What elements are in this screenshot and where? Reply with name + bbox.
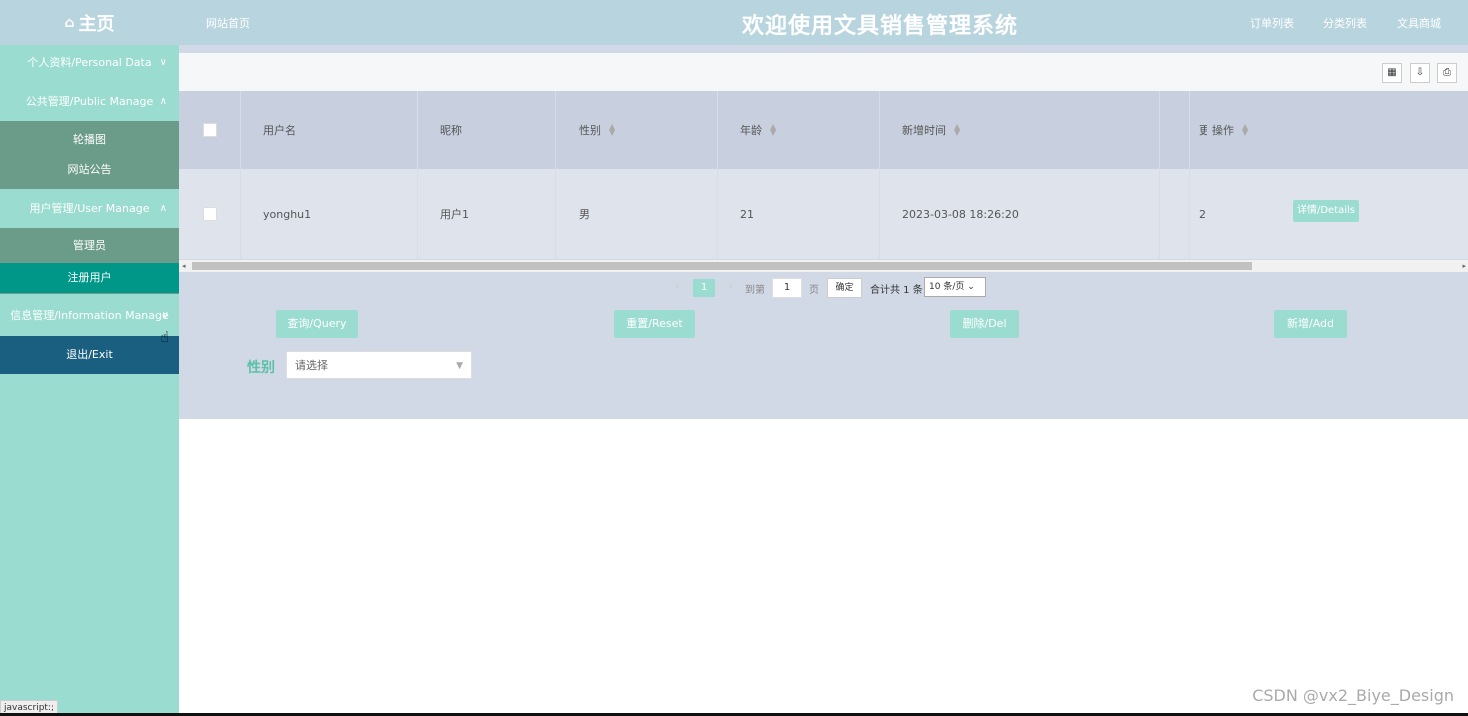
home-icon: ⌂ [64,14,75,31]
chevron-down-icon: ⌄ [967,282,975,292]
page-size-select[interactable]: 10 条/页 ⌄ [924,277,986,297]
submenu-announcement[interactable]: 网站公告 [0,155,179,185]
menu-personal-data[interactable]: 个人资料/Personal Data ∨ [0,45,179,81]
top-header: ⌂ 主页 网站首页 欢迎使用文具销售管理系统 订单列表 分类列表 文具商城 [0,0,1468,45]
website-home-link[interactable]: 网站首页 [206,15,250,31]
sidebar: 个人资料/Personal Data ∨ 公共管理/Public Manage … [0,45,179,716]
print-icon[interactable]: ⎙ [1437,63,1457,83]
gender-filter-placeholder: 请选择 [295,359,328,372]
chevron-down-icon: ∨ [159,57,167,68]
column-divider [1189,91,1190,259]
menu-public-manage[interactable]: 公共管理/Public Manage ∧ [0,84,179,120]
menu-information-manage[interactable]: 信息管理/Information Manage ∨ [0,298,179,334]
header-age-label: 年龄 [740,124,762,137]
header-gender-label: 性别 [579,124,601,137]
page-jump-input[interactable]: 1 [772,278,802,298]
header-nickname: 昵称 [440,91,462,169]
chevron-up-icon: ∧ [159,96,167,107]
submenu-registered-users[interactable]: 注册用户 [0,263,179,293]
goto-label: 到第 [745,285,765,296]
header-action-label: 操作 [1212,124,1234,137]
sort-icon[interactable]: ▲ ▼ [609,123,615,137]
columns-icon[interactable]: ▦ [1382,63,1402,83]
gender-filter-label: 性别 [247,360,275,376]
column-divider [555,91,556,259]
reset-button[interactable]: 重置/Reset [614,310,695,338]
cell-extra: 2 [1199,207,1206,221]
submenu-admin[interactable]: 管理员 [0,231,179,261]
sort-icon[interactable]: ▲ ▼ [954,123,960,137]
order-list-link[interactable]: 订单列表 [1250,15,1294,31]
add-button[interactable]: 新增/Add [1274,310,1347,338]
category-list-link[interactable]: 分类列表 [1323,15,1367,31]
public-submenu: 轮播图 网站公告 [0,121,179,189]
column-divider [1159,91,1160,259]
header-username: 用户名 [263,91,296,169]
export-icon[interactable]: ⇩ [1410,63,1430,83]
header-gender[interactable]: 性别 ▲ ▼ [579,91,615,169]
header-created[interactable]: 新增时间 ▲ ▼ [902,91,960,169]
header-username-label: 用户名 [263,124,296,137]
stationery-mall-link[interactable]: 文具商城 [1397,15,1441,31]
total-count: 合计共 1 条 [870,285,923,296]
table-row: yonghu1 用户1 男 21 2023-03-08 18:26:20 2 [179,169,1468,259]
sort-icon[interactable]: ▲ ▼ [1242,123,1248,137]
select-all-cell [203,91,217,169]
column-divider [417,91,418,259]
scroll-right-icon[interactable]: ▸ [1462,260,1466,272]
next-page-icon[interactable]: › [728,279,733,293]
menu-exit[interactable]: 退出/Exit [0,336,179,374]
page-number-current[interactable]: 1 [693,279,715,297]
header-extra-label: 更 [1199,124,1207,137]
row-checkbox[interactable] [203,207,217,221]
table-header: 用户名 昵称 性别 ▲ ▼ 年龄 ▲ ▼ 新增时间 ▲ ▼ 更 操作 ▲ ▼ [179,91,1468,169]
chevron-up-icon: ∧ [159,203,167,214]
delete-button[interactable]: 删除/Del [950,310,1019,338]
header-extra: 更 [1199,91,1207,169]
page-size-value: 10 条/页 [929,282,965,292]
table-toolbar: ▦ ⇩ ⎙ [179,53,1468,91]
header-action[interactable]: 操作 ▲ ▼ [1212,91,1248,169]
system-title-text: 欢迎使用文具销售管理系统 [741,14,1018,39]
scroll-left-icon[interactable]: ◂ [182,260,186,272]
menu-public-label: 公共管理/Public Manage [25,95,154,108]
column-divider [240,91,241,259]
scrollbar-thumb[interactable] [192,262,1252,270]
pagination: ‹ 1 › 到第 1 页 确定 合计共 1 条 10 条/页 ⌄ [179,272,1468,302]
menu-info-label: 信息管理/Information Manage [10,309,169,322]
hand-cursor-icon: ☝ [160,328,170,346]
cell-nickname: 用户1 [440,208,469,221]
page-unit-label: 页 [809,285,819,296]
cell-age: 21 [740,207,754,221]
select-all-checkbox[interactable] [203,123,217,137]
prev-page-icon[interactable]: ‹ [675,279,680,293]
header-age[interactable]: 年龄 ▲ ▼ [740,91,776,169]
gender-filter-select[interactable]: 请选择 ▼ [286,351,472,379]
header-created-label: 新增时间 [902,124,946,137]
menu-user-label: 用户管理/User Manage [29,202,150,215]
page-confirm-button[interactable]: 确定 [827,278,862,298]
details-button[interactable]: 详情/Details [1293,200,1359,222]
cell-username: yonghu1 [263,207,312,221]
menu-personal-label: 个人资料/Personal Data [27,56,152,69]
submenu-carousel[interactable]: 轮播图 [0,125,179,155]
sort-icon[interactable]: ▲ ▼ [770,123,776,137]
menu-user-manage[interactable]: 用户管理/User Manage ∧ [0,191,179,227]
watermark: CSDN @vx2_Biye_Design [1252,686,1454,705]
home-label: 主页 [78,13,115,35]
header-nickname-label: 昵称 [440,124,462,137]
home-link[interactable]: ⌂ 主页 [0,0,179,45]
cell-created: 2023-03-08 18:26:20 [902,207,1019,221]
row-checkbox-cell [203,169,217,259]
data-table: 用户名 昵称 性别 ▲ ▼ 年龄 ▲ ▼ 新增时间 ▲ ▼ 更 操作 ▲ ▼ yonghu1 用… [179,91,1468,259]
query-button[interactable]: 查询/Query [276,310,358,338]
column-divider [717,91,718,259]
user-submenu: 管理员 注册用户 [0,228,179,294]
caret-down-icon: ▼ [456,361,463,371]
horizontal-scrollbar[interactable]: ◂ ▸ [179,260,1468,272]
column-divider [879,91,880,259]
main-content: ▦ ⇩ ⎙ 用户名 昵称 性别 ▲ ▼ 年龄 ▲ ▼ 新增时间 ▲ ▼ 更 操作 ▲ ▼ yon… [179,45,1468,419]
cell-gender: 男 [579,208,590,221]
